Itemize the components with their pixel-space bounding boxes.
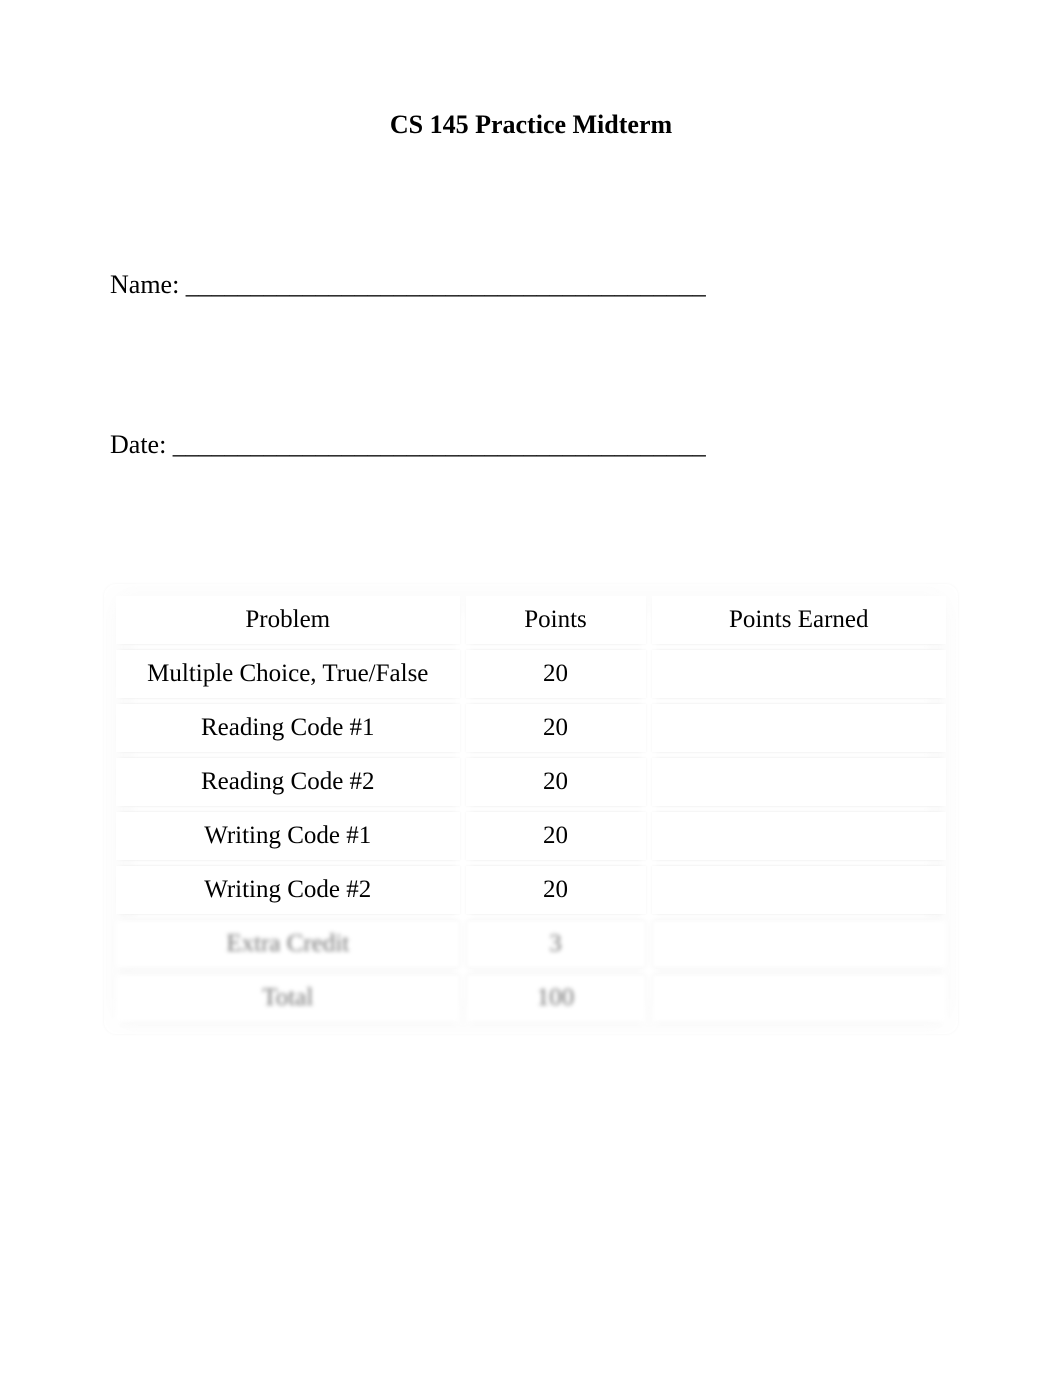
- table-row: Reading Code #1 20: [116, 704, 946, 752]
- cell-problem: Extra Credit: [116, 920, 460, 968]
- table-row: Writing Code #1 20: [116, 812, 946, 860]
- cell-points: 20: [466, 650, 646, 698]
- cell-points: 20: [466, 704, 646, 752]
- table-row: Reading Code #2 20: [116, 758, 946, 806]
- cell-points: 20: [466, 758, 646, 806]
- table-row: Total 100: [116, 974, 946, 1022]
- exam-page: CS 145 Practice Midterm Name: __________…: [0, 0, 1062, 1028]
- header-points: Points: [466, 596, 646, 644]
- table-row: Extra Credit 3: [116, 920, 946, 968]
- header-problem: Problem: [116, 596, 460, 644]
- cell-points: 20: [466, 866, 646, 914]
- score-table: Problem Points Points Earned Multiple Ch…: [110, 590, 952, 1028]
- table-row: Writing Code #2 20: [116, 866, 946, 914]
- cell-problem: Reading Code #1: [116, 704, 460, 752]
- cell-points: 20: [466, 812, 646, 860]
- score-table-container: Problem Points Points Earned Multiple Ch…: [110, 590, 952, 1028]
- table-header-row: Problem Points Points Earned: [116, 596, 946, 644]
- cell-points: 3: [466, 920, 646, 968]
- cell-earned: [652, 974, 947, 1022]
- header-earned: Points Earned: [652, 596, 947, 644]
- cell-problem: Multiple Choice, True/False: [116, 650, 460, 698]
- name-field: Name: __________________________________…: [110, 270, 952, 300]
- cell-problem: Writing Code #1: [116, 812, 460, 860]
- cell-earned: [652, 704, 947, 752]
- cell-problem: Total: [116, 974, 460, 1022]
- cell-earned: [652, 866, 947, 914]
- cell-earned: [652, 650, 947, 698]
- cell-earned: [652, 812, 947, 860]
- cell-earned: [652, 758, 947, 806]
- date-field: Date: __________________________________…: [110, 430, 952, 460]
- cell-problem: Reading Code #2: [116, 758, 460, 806]
- page-title: CS 145 Practice Midterm: [110, 110, 952, 140]
- cell-problem: Writing Code #2: [116, 866, 460, 914]
- cell-earned: [652, 920, 947, 968]
- cell-points: 100: [466, 974, 646, 1022]
- table-row: Multiple Choice, True/False 20: [116, 650, 946, 698]
